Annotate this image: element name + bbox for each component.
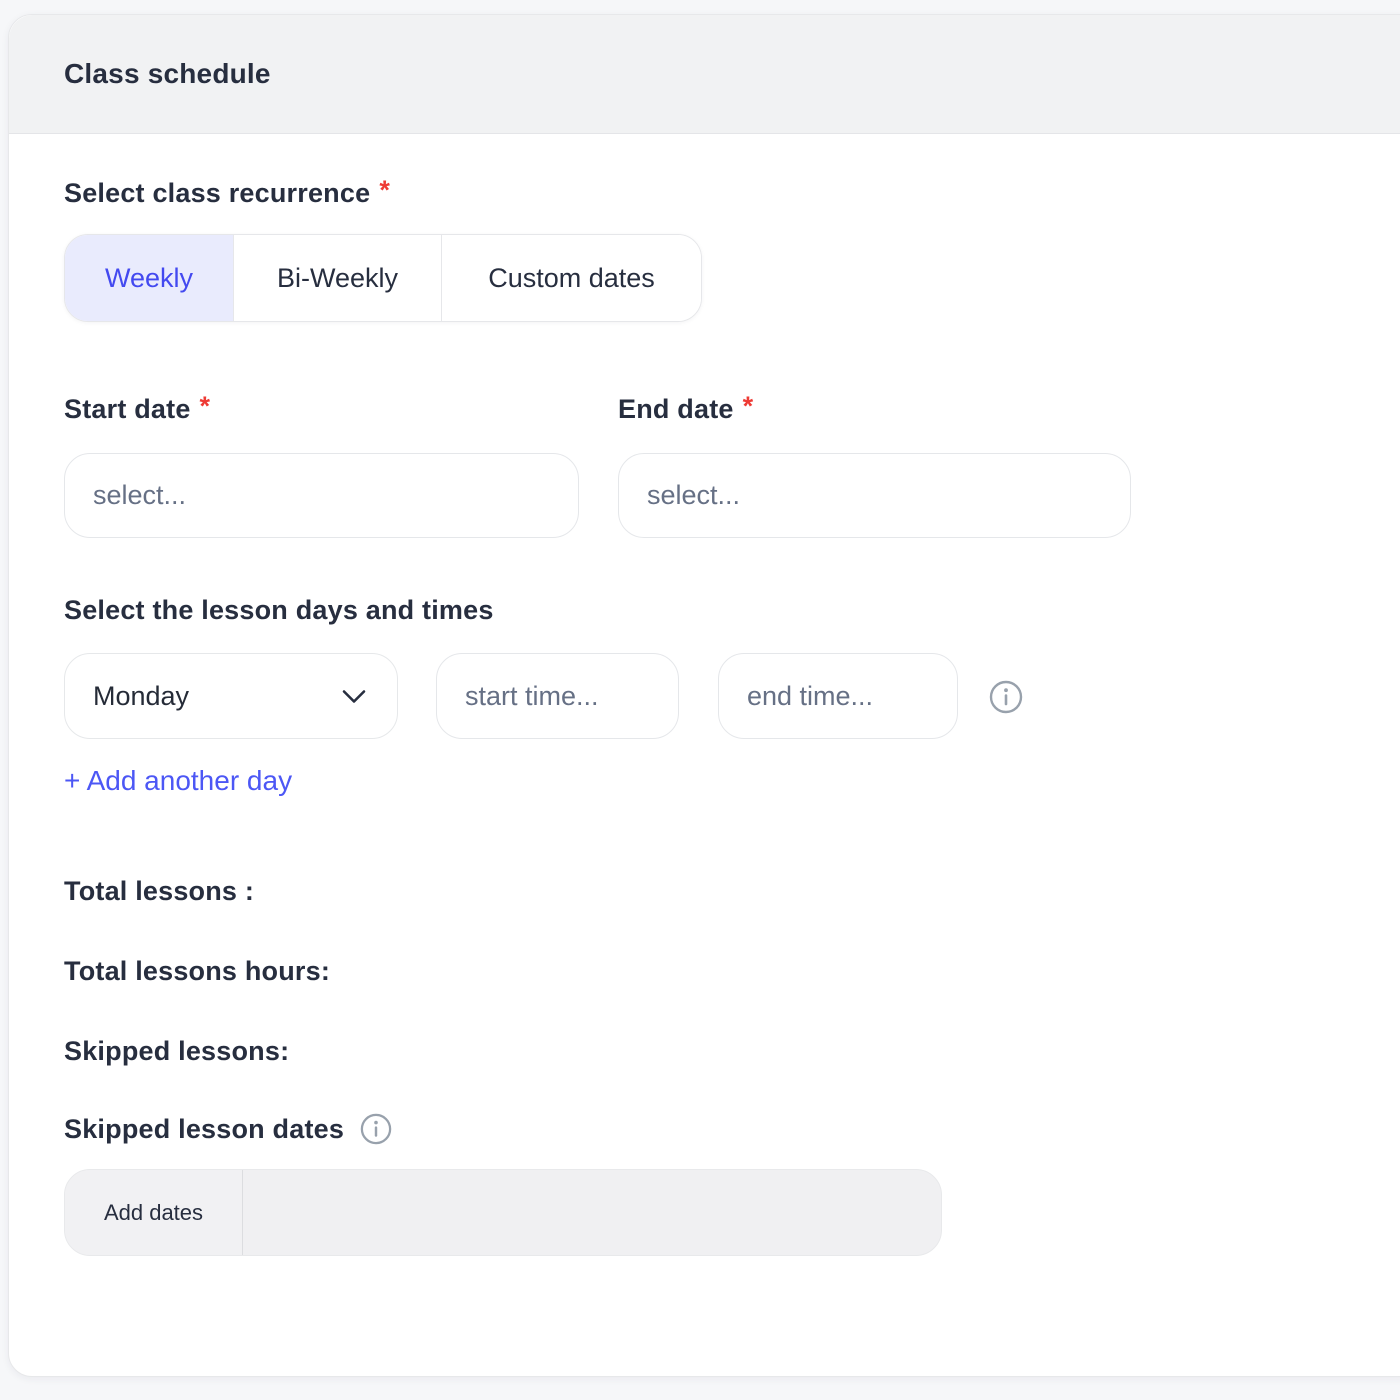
skipped-lesson-dates-label: Skipped lesson dates [64,1113,392,1145]
end-date-input[interactable] [618,453,1131,538]
info-icon[interactable] [989,680,1023,714]
recurrence-label: Select class recurrence* [64,178,390,209]
recurrence-tab-group: Weekly Bi-Weekly Custom dates [64,234,702,322]
total-lessons-hours-label: Total lessons hours: [64,956,330,987]
chevron-down-icon [341,681,367,712]
skipped-dates-picker[interactable]: Add dates [64,1169,942,1256]
end-time-input[interactable] [718,653,958,739]
add-another-day-link[interactable]: + Add another day [64,765,292,797]
day-select[interactable]: Monday [64,653,398,739]
start-time-input[interactable] [436,653,679,739]
tab-custom-dates[interactable]: Custom dates [441,235,701,321]
tab-bi-weekly[interactable]: Bi-Weekly [233,235,441,321]
class-schedule-card: Class schedule Select class recurrence* … [8,14,1400,1377]
day-select-value: Monday [93,681,189,712]
start-date-input[interactable] [64,453,579,538]
required-asterisk: * [379,175,390,206]
tab-weekly[interactable]: Weekly [65,235,233,321]
lesson-days-label: Select the lesson days and times [64,595,494,626]
card-header: Class schedule [9,15,1400,134]
required-asterisk: * [743,391,754,422]
info-icon[interactable] [360,1113,392,1145]
total-lessons-label: Total lessons : [64,876,254,907]
skipped-lessons-label: Skipped lessons: [64,1036,289,1067]
required-asterisk: * [200,391,211,422]
start-date-label: Start date* [64,394,210,425]
end-date-label: End date* [618,394,753,425]
add-dates-button[interactable]: Add dates [65,1170,243,1255]
add-dates-empty-area [243,1170,941,1255]
page-title: Class schedule [64,58,271,90]
